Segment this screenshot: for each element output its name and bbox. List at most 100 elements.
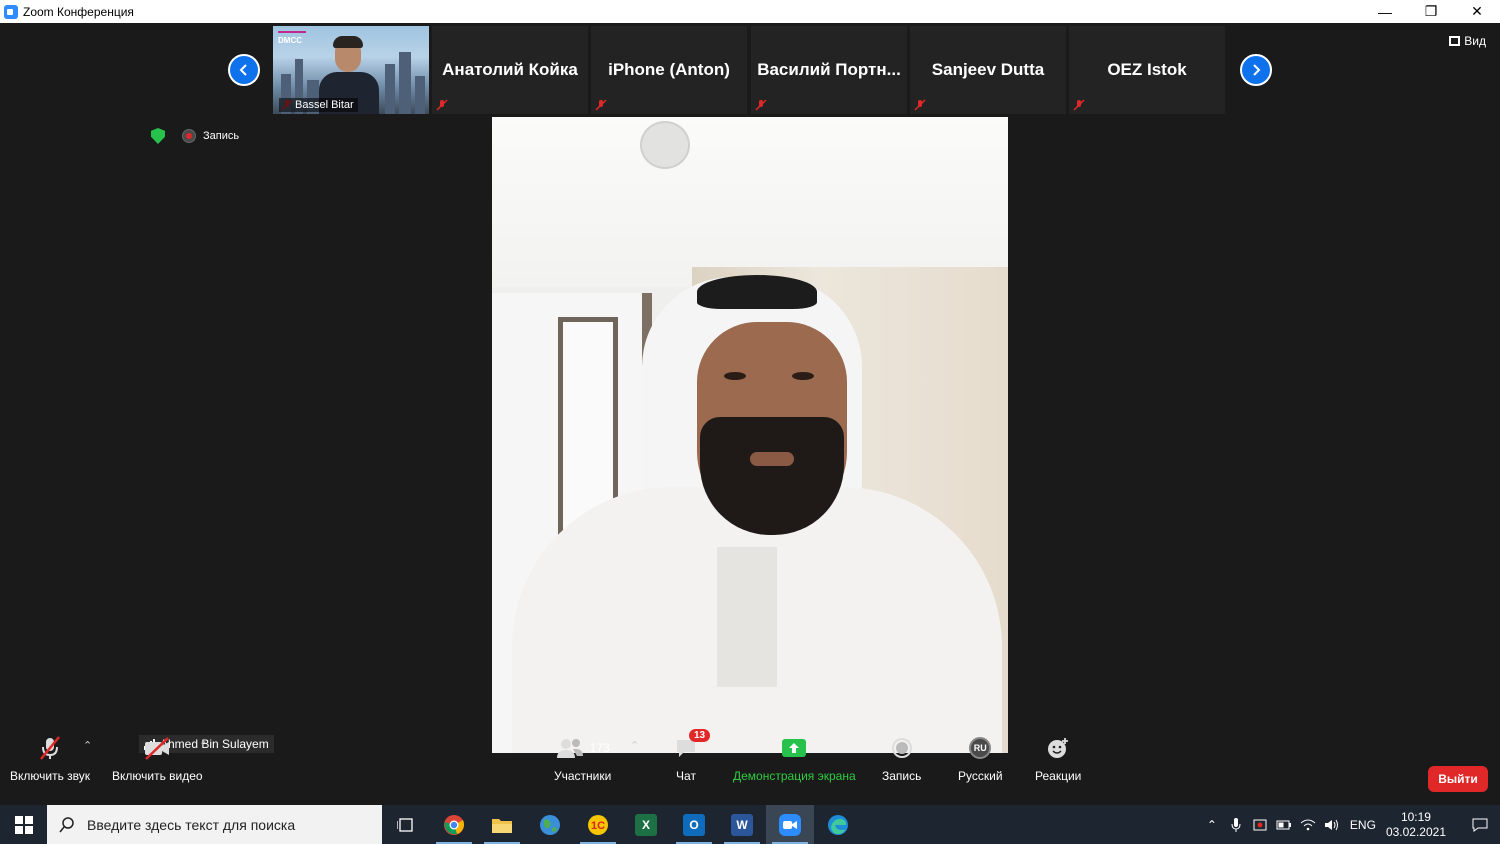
chrome-icon xyxy=(444,814,465,835)
mic-muted-icon xyxy=(436,99,448,111)
system-clock[interactable]: 10:19 03.02.2021 xyxy=(1386,810,1446,840)
record-button[interactable]: Запись xyxy=(882,735,921,783)
zoom-icon xyxy=(779,813,801,836)
taskbar-1c[interactable]: 1С xyxy=(574,805,622,844)
chevron-right-icon xyxy=(1253,64,1261,76)
banner-logo: DMCC xyxy=(278,36,302,45)
recording-indicator[interactable]: Запись xyxy=(183,130,239,142)
emoji-icon xyxy=(1046,735,1070,761)
audio-options-caret-icon[interactable]: ⌃ xyxy=(83,739,92,752)
grid-icon xyxy=(1449,36,1461,46)
taskbar-zoom[interactable] xyxy=(766,805,814,844)
participant-tile[interactable]: Анатолий Койка xyxy=(432,26,588,114)
zoom-app-icon xyxy=(4,4,18,19)
word-icon: W xyxy=(731,813,753,836)
taskbar-outlook[interactable]: O xyxy=(670,805,718,844)
mic-muted-icon xyxy=(37,735,63,761)
restore-button[interactable]: ❐ xyxy=(1408,0,1454,23)
search-placeholder: Введите здесь текст для поиска xyxy=(87,816,296,833)
windows-logo-icon xyxy=(14,815,33,834)
view-button[interactable]: Вид xyxy=(1449,34,1486,48)
participant-name: iPhone (Anton) xyxy=(608,60,730,79)
encryption-shield-icon[interactable] xyxy=(151,128,165,144)
search-icon xyxy=(59,816,74,832)
outlook-icon: O xyxy=(683,813,705,836)
microphone-icon[interactable] xyxy=(1224,817,1248,832)
task-view-icon xyxy=(397,817,413,832)
participant-tile-video[interactable]: DMCC Bassel Bitar xyxy=(273,26,429,114)
chat-button[interactable]: 13 Чат xyxy=(675,729,711,783)
windows-taskbar: Введите здесь текст для поиска 1С X O W … xyxy=(0,805,1500,844)
battery-icon[interactable] xyxy=(1272,820,1296,830)
participant-tile[interactable]: OEZ Istok xyxy=(1069,26,1225,114)
notification-icon xyxy=(1472,818,1488,832)
share-screen-button[interactable]: Демонстрация экрана xyxy=(733,735,856,783)
language-interpretation-button[interactable]: RU Русский xyxy=(958,735,1003,783)
video-eye xyxy=(724,372,746,380)
start-video-button[interactable]: Включить видео xyxy=(112,735,203,783)
svg-text:1С: 1С xyxy=(591,820,605,832)
mic-muted-icon xyxy=(1073,99,1085,111)
globe-icon: RU xyxy=(969,735,992,761)
participant-tile[interactable]: Василий Портн... xyxy=(751,26,907,114)
reactions-button[interactable]: Реакции xyxy=(1035,735,1081,783)
unmute-label: Включить звук xyxy=(10,769,91,783)
taskbar-maps[interactable] xyxy=(526,805,574,844)
chat-unread-badge: 13 xyxy=(689,729,711,742)
skyline-building xyxy=(385,64,395,114)
camera-off-icon xyxy=(143,735,171,761)
participant-tile[interactable]: iPhone (Anton) xyxy=(591,26,747,114)
taskbar-file-explorer[interactable] xyxy=(478,805,526,844)
taskbar-excel[interactable]: X xyxy=(622,805,670,844)
recording-dot-icon xyxy=(183,130,195,142)
1c-icon: 1С xyxy=(588,814,608,835)
video-agal xyxy=(697,275,817,309)
unmute-button[interactable]: Включить звук xyxy=(10,735,90,783)
meeting-status: Запись xyxy=(151,128,239,144)
window-titlebar: Zoom Конференция — ❐ ✕ xyxy=(0,0,1500,23)
wifi-icon[interactable] xyxy=(1296,819,1320,831)
task-view-button[interactable] xyxy=(382,805,430,844)
reactions-label: Реакции xyxy=(1035,769,1082,783)
participants-count: 173 xyxy=(589,741,610,755)
active-speaker-video xyxy=(492,117,1008,753)
close-button[interactable]: ✕ xyxy=(1454,0,1500,23)
meeting-toolbar: Включить звук ⌃ Включить видео ⌃ 173 Уча… xyxy=(0,727,1500,805)
show-hidden-icons-chevron-icon[interactable]: ⌃ xyxy=(1200,818,1224,832)
view-label: Вид xyxy=(1464,34,1486,48)
recording-label: Запись xyxy=(203,130,240,142)
video-options-caret-icon[interactable]: ⌃ xyxy=(199,739,208,752)
participant-name: Bassel Bitar xyxy=(279,98,358,112)
participant-name: OEZ Istok xyxy=(1107,60,1187,79)
participants-options-caret-icon[interactable]: ⌃ xyxy=(630,739,639,752)
chevron-left-icon xyxy=(239,64,247,76)
share-screen-label: Демонстрация экрана xyxy=(733,769,856,783)
participant-tile[interactable]: Sanjeev Dutta xyxy=(910,26,1066,114)
globe-icon xyxy=(540,814,560,835)
video-ceiling xyxy=(492,117,1008,287)
participants-button[interactable]: 173 Участники xyxy=(554,735,611,783)
video-ceiling-light xyxy=(640,121,690,169)
strip-next-button[interactable] xyxy=(1240,54,1272,86)
participant-hair xyxy=(333,36,363,48)
window-controls: — ❐ ✕ xyxy=(1362,0,1500,23)
video-mouth xyxy=(750,452,794,466)
security-icon[interactable] xyxy=(1248,818,1272,832)
video-eye xyxy=(792,372,814,380)
participants-label: Участники xyxy=(554,769,612,783)
window-title: Zoom Конференция xyxy=(23,4,134,19)
taskbar-edge[interactable] xyxy=(814,805,862,844)
taskbar-word[interactable]: W xyxy=(718,805,766,844)
start-button[interactable] xyxy=(0,805,47,844)
language-code: RU xyxy=(969,737,992,759)
taskbar-search-input[interactable]: Введите здесь текст для поиска xyxy=(47,805,382,844)
volume-icon[interactable] xyxy=(1320,819,1344,831)
meeting-area: DMCC Bassel Bitar Анатолий Койка iPhone … xyxy=(0,23,1500,805)
notifications-button[interactable] xyxy=(1460,818,1500,832)
edge-icon xyxy=(828,814,848,835)
minimize-button[interactable]: — xyxy=(1362,0,1408,23)
input-language-indicator[interactable]: ENG xyxy=(1350,818,1376,832)
strip-prev-button[interactable] xyxy=(228,54,260,86)
taskbar-chrome[interactable] xyxy=(430,805,478,844)
leave-meeting-button[interactable]: Выйти xyxy=(1428,766,1488,792)
